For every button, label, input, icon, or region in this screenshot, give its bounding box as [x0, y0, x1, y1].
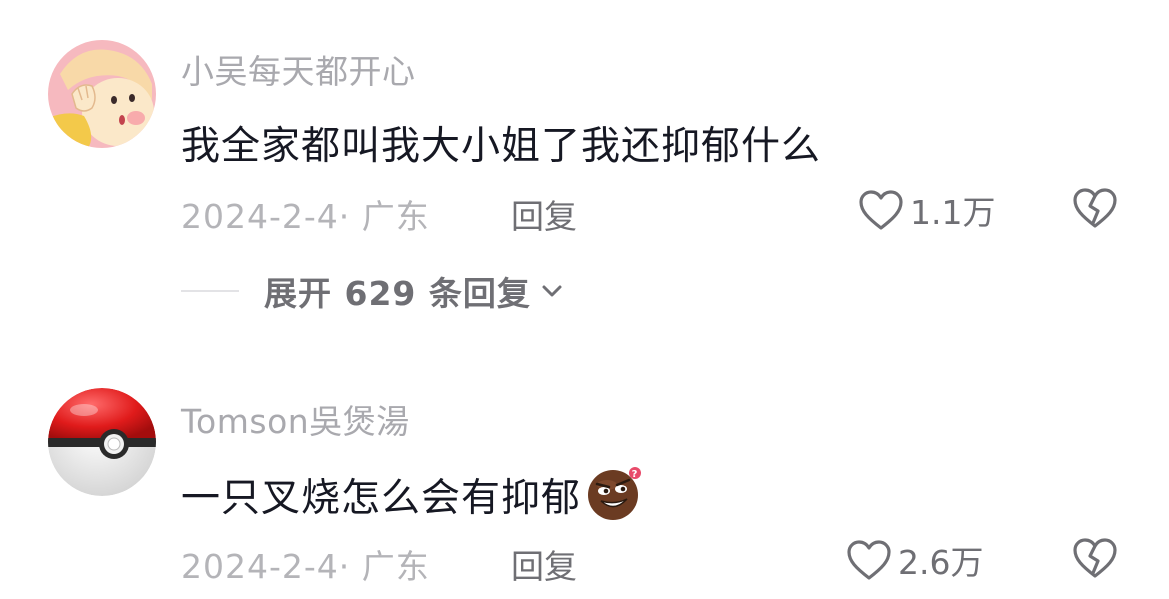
broken-heart-icon: [1073, 188, 1117, 228]
reply-button[interactable]: 回复: [511, 190, 577, 238]
cartoon-girl-avatar-icon: [48, 40, 156, 148]
smirking-brown-emoji-icon: ?: [585, 465, 643, 531]
comment-text-content: 一只叉烧怎么会有抑郁: [181, 476, 582, 521]
expand-replies-label: 展开 629 条回复: [264, 274, 531, 313]
avatar[interactable]: [48, 40, 156, 148]
expand-replies-button[interactable]: 展开 629 条回复: [181, 268, 563, 314]
comment-text: 一只叉烧怎么会有抑郁 ?: [181, 465, 643, 531]
heart-icon: [859, 190, 903, 230]
chevron-down-icon: [542, 285, 562, 297]
comment-meta: 2024-2-4· 广东: [181, 197, 430, 236]
svg-text:?: ?: [632, 469, 639, 480]
username[interactable]: Tomson吳煲湯: [181, 395, 410, 443]
divider: [181, 290, 239, 292]
avatar[interactable]: [48, 388, 156, 496]
like-button[interactable]: 1.1万: [858, 186, 995, 234]
username[interactable]: 小吴每天都开心: [181, 45, 416, 93]
broken-heart-icon: [1073, 538, 1117, 578]
like-button[interactable]: 2.6万: [846, 536, 983, 584]
like-count: 1.1万: [910, 193, 996, 232]
comment-text: 我全家都叫我大小姐了我还抑郁什么: [181, 124, 822, 169]
dislike-button[interactable]: [1072, 187, 1118, 233]
reply-button[interactable]: 回复: [511, 540, 577, 588]
like-count: 2.6万: [898, 543, 984, 582]
dislike-button[interactable]: [1072, 537, 1118, 583]
heart-icon: [847, 540, 891, 580]
comment-meta: 2024-2-4· 广东: [181, 547, 430, 586]
pokeball-avatar-icon: [48, 388, 156, 496]
